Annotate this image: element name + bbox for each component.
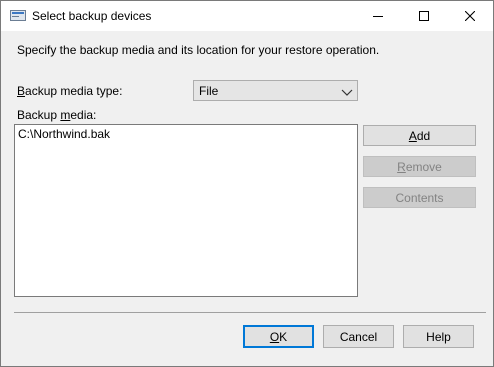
maximize-button[interactable]	[401, 1, 447, 31]
title-bar[interactable]: Select backup devices	[1, 1, 493, 31]
minimize-button[interactable]	[355, 1, 401, 31]
select-backup-devices-dialog: Select backup devices Specify the backup…	[0, 0, 494, 367]
cancel-button[interactable]: Cancel	[323, 325, 394, 348]
remove-button[interactable]: Remove	[363, 156, 476, 177]
add-button[interactable]: Add	[363, 125, 476, 146]
backup-media-list[interactable]: C:\Northwind.bak	[14, 124, 358, 297]
close-icon	[465, 11, 475, 21]
backup-media-label-prefix: Backup	[17, 108, 61, 122]
backup-media-label: Backup media:	[17, 108, 96, 122]
chevron-down-icon	[341, 86, 353, 96]
backup-media-type-dropdown[interactable]: File	[193, 80, 358, 101]
list-item[interactable]: C:\Northwind.bak	[18, 127, 110, 141]
remove-button-accel: R	[397, 159, 406, 174]
footer-separator	[14, 312, 486, 313]
ok-button-accel: O	[269, 329, 280, 344]
backup-media-label-accel: m	[60, 108, 71, 122]
backup-media-type-label-accel: B	[17, 84, 26, 98]
add-button-rest: dd	[416, 128, 431, 143]
minimize-icon	[373, 16, 383, 17]
dialog-window-icon	[10, 10, 26, 21]
backup-media-type-value: File	[199, 84, 219, 98]
ok-button-rest: K	[279, 329, 288, 344]
backup-media-type-label: Backup media type:	[17, 84, 122, 98]
window-title: Select backup devices	[32, 9, 152, 23]
help-button[interactable]: Help	[403, 325, 474, 348]
contents-button-label: Contents	[395, 190, 444, 205]
contents-button[interactable]: Contents	[363, 187, 476, 208]
backup-media-type-label-rest: ackup media type:	[25, 84, 123, 98]
close-button[interactable]	[447, 1, 493, 31]
instruction-text: Specify the backup media and its locatio…	[17, 43, 380, 57]
remove-button-rest: emove	[405, 159, 442, 174]
maximize-icon	[419, 11, 429, 21]
ok-button[interactable]: OK	[243, 325, 314, 348]
backup-media-label-rest: edia:	[70, 108, 97, 122]
add-button-accel: A	[408, 128, 417, 143]
